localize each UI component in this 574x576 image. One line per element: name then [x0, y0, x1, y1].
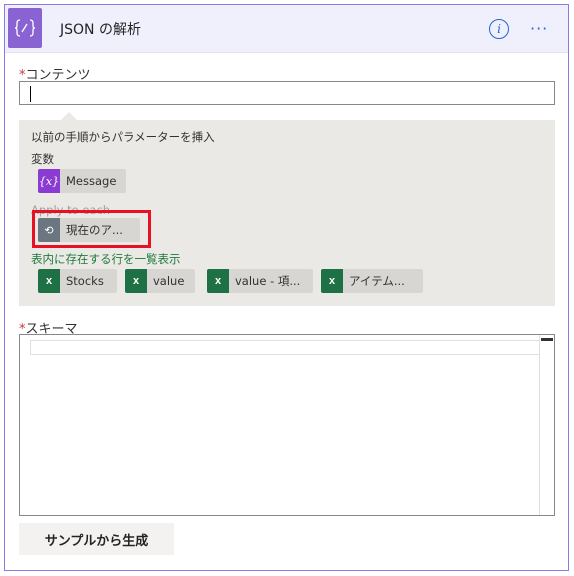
token-message[interactable]: {x} Message — [38, 169, 126, 193]
excel-icon: x — [321, 269, 343, 293]
action-title: JSON の解析 — [60, 22, 141, 38]
scrollbar-cap — [541, 338, 553, 341]
text-caret — [30, 86, 31, 102]
token-value[interactable]: x value — [125, 269, 195, 293]
schema-editor[interactable] — [19, 334, 555, 516]
content-input[interactable] — [19, 81, 555, 105]
section-title-list-rows: 表内に存在する行を一覧表示 — [31, 252, 181, 266]
more-options-icon[interactable]: ··· — [530, 21, 548, 37]
token-label: Stocks — [66, 274, 104, 288]
token-label: value — [153, 274, 185, 288]
panel-heading: 以前の手順からパラメーターを挿入 — [31, 130, 215, 144]
token-label: Message — [66, 174, 117, 188]
excel-icon: x — [125, 269, 147, 293]
excel-icon: x — [207, 269, 229, 293]
variable-icon: {x} — [38, 169, 60, 193]
panel-pointer — [61, 112, 77, 120]
token-label: value - 項... — [235, 274, 301, 288]
highlight-box — [32, 210, 151, 248]
info-icon[interactable]: i — [489, 19, 509, 39]
token-item[interactable]: x アイテム... — [321, 269, 423, 293]
braces-icon — [8, 8, 42, 48]
parse-json-card: JSON の解析 i ··· *コンテンツ 以前の手順からパラメーターを挿入 変… — [4, 4, 569, 571]
editor-current-line — [30, 340, 540, 355]
token-stocks[interactable]: x Stocks — [38, 269, 117, 293]
generate-from-sample-button[interactable]: サンプルから生成 — [19, 523, 174, 555]
action-header[interactable]: JSON の解析 i ··· — [5, 5, 568, 53]
section-title-variables: 変数 — [31, 152, 54, 166]
editor-scrollbar[interactable] — [539, 335, 554, 515]
excel-icon: x — [38, 269, 60, 293]
token-label: アイテム... — [349, 274, 405, 288]
token-value-item[interactable]: x value - 項... — [207, 269, 313, 293]
